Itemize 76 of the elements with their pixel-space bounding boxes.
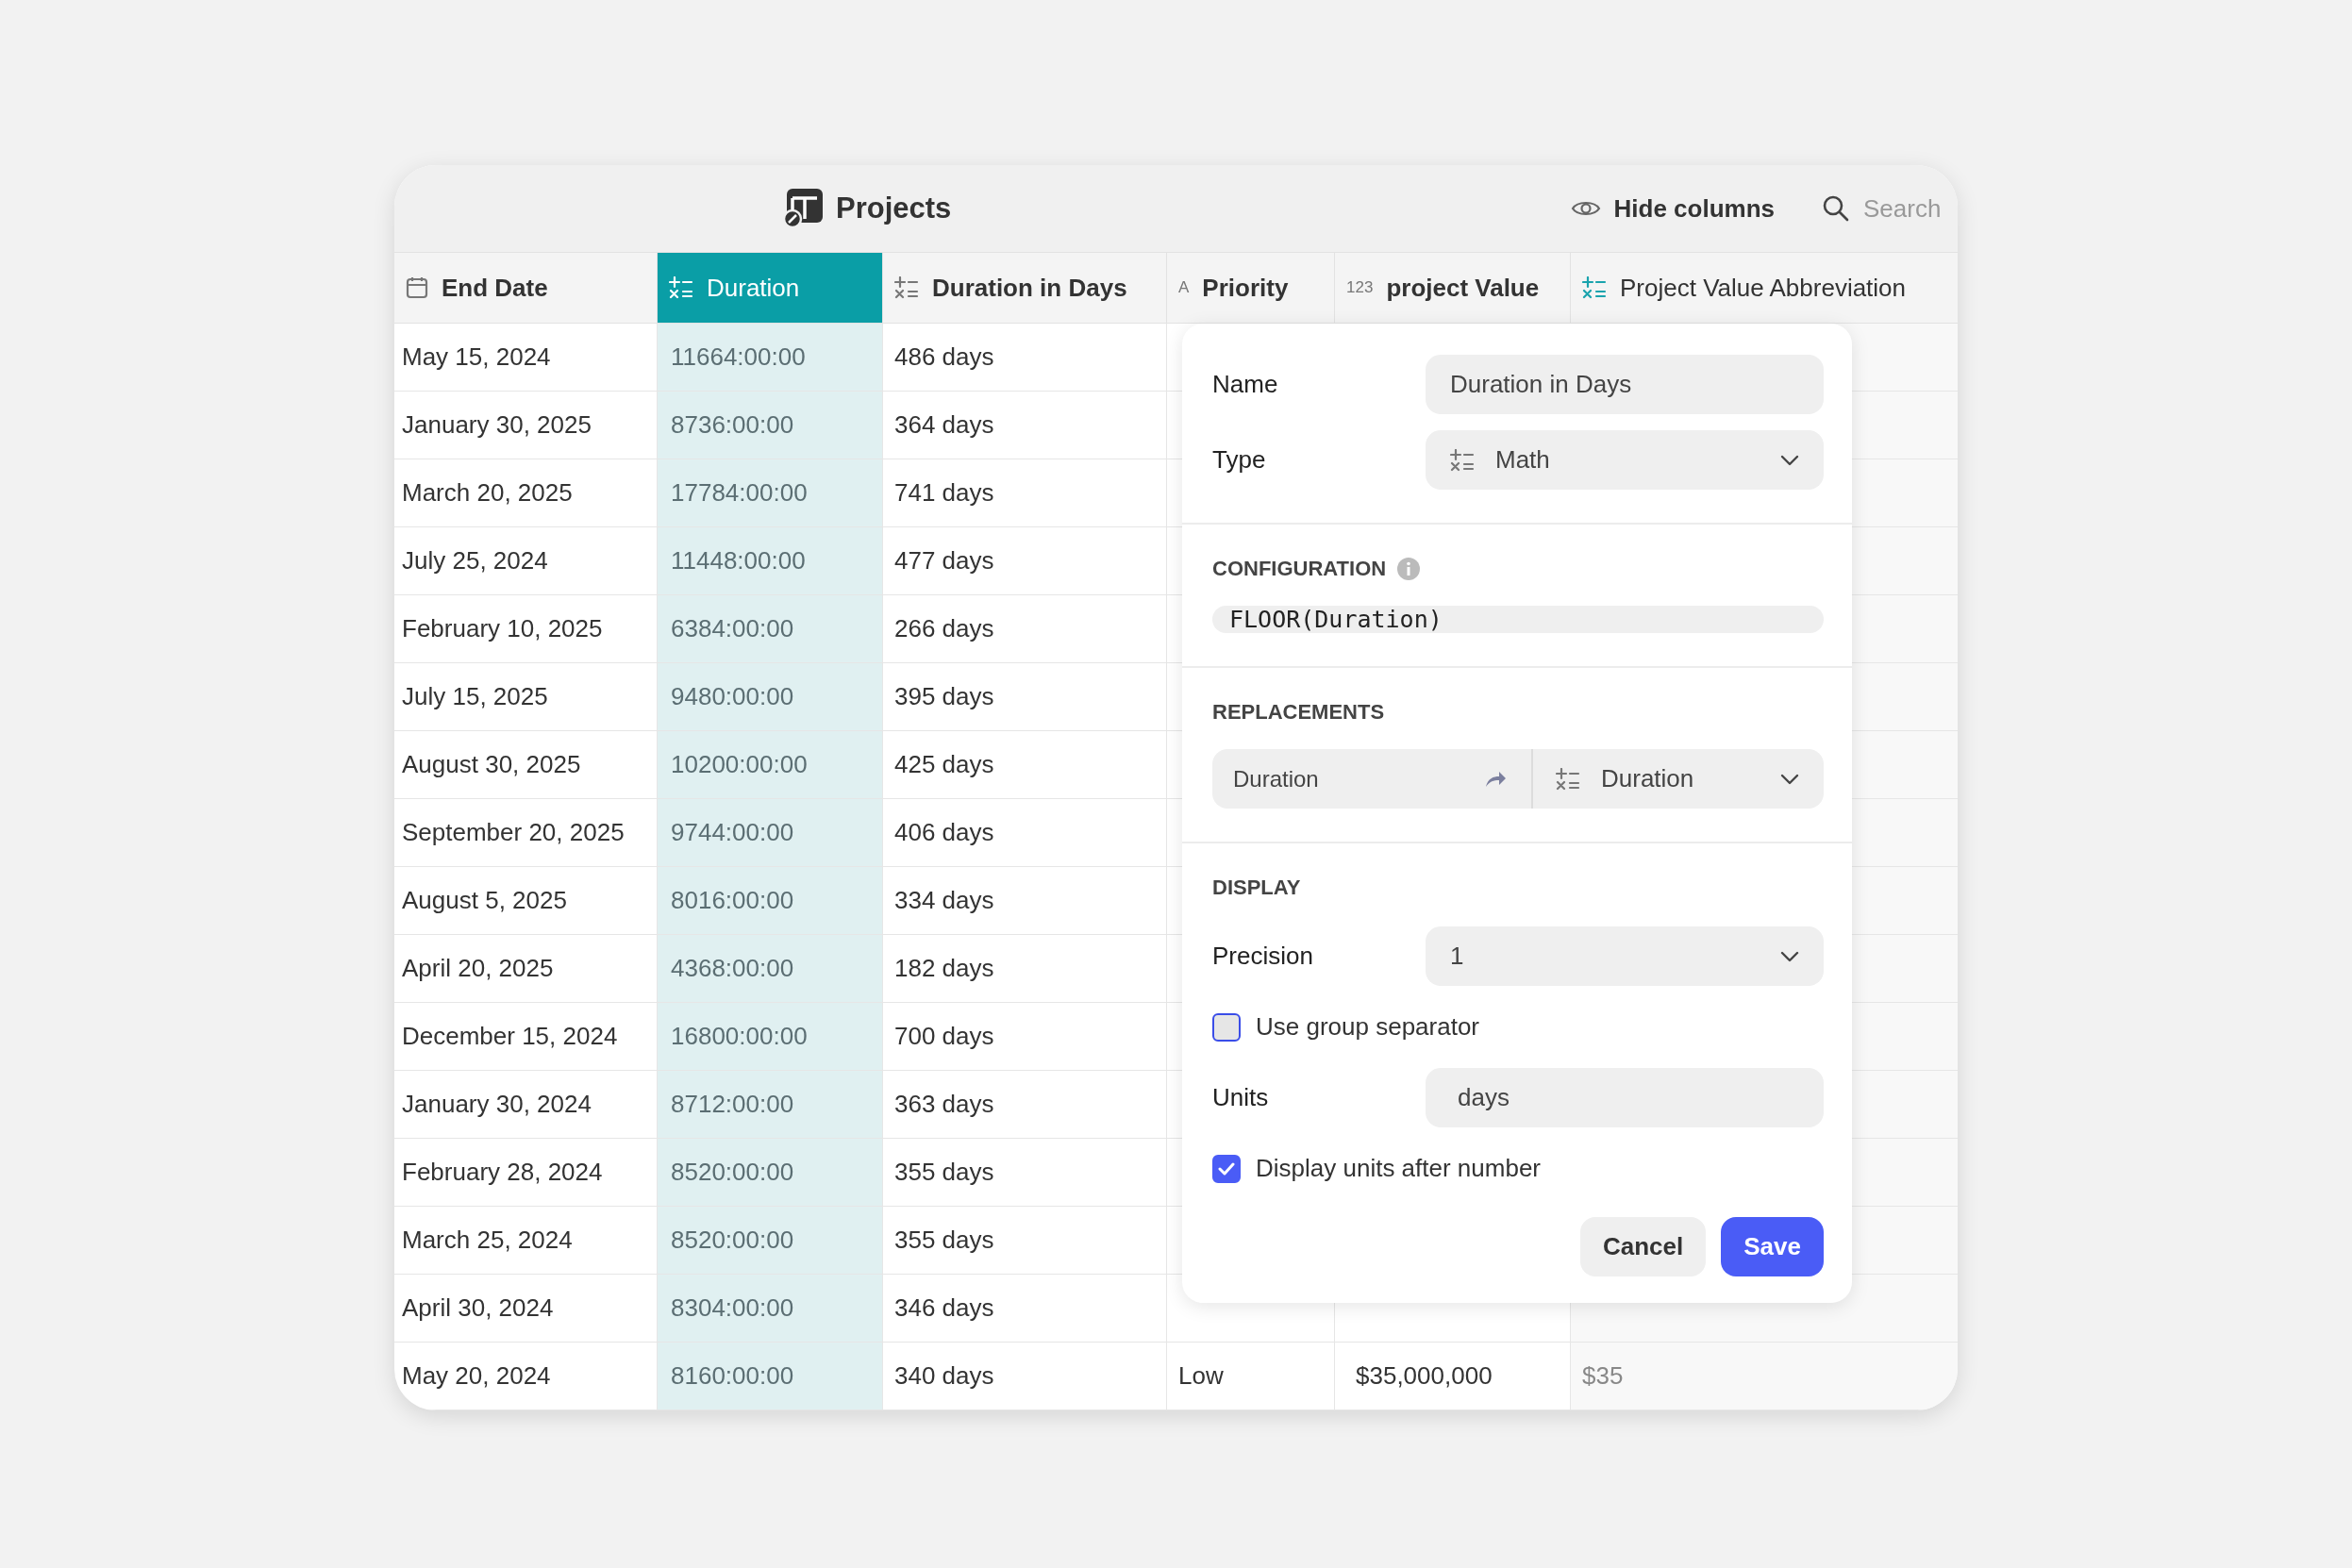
table-cell: 4368:00:00: [658, 935, 883, 1002]
table-cell: 363 days: [883, 1071, 1167, 1138]
units-field[interactable]: days: [1426, 1068, 1824, 1127]
table-cell: 425 days: [883, 731, 1167, 798]
table-cell: 8160:00:00: [658, 1343, 883, 1410]
table-cell: 364 days: [883, 392, 1167, 459]
type-icon: 123: [1346, 278, 1374, 297]
table-cell: 8520:00:00: [658, 1139, 883, 1206]
table-cell: 11448:00:00: [658, 527, 883, 594]
field-label: Precision: [1212, 942, 1314, 971]
section-heading: DISPLAY: [1212, 876, 1302, 900]
table-cell: 8736:00:00: [658, 392, 883, 459]
section-heading: CONFIGURATION: [1212, 557, 1387, 581]
replacement-source[interactable]: Duration: [1212, 749, 1533, 809]
chevron-down-icon: [1780, 950, 1799, 962]
table-cell: 9480:00:00: [658, 663, 883, 730]
table-cell: 486 days: [883, 324, 1167, 391]
table-cell: 355 days: [883, 1207, 1167, 1274]
column-header[interactable]: Duration in Days: [883, 253, 1167, 323]
checkbox-label: Use group separator: [1256, 1012, 1480, 1042]
table-cell: 16800:00:00: [658, 1003, 883, 1070]
chevron-down-icon: [1780, 773, 1799, 785]
replacement-dropdown[interactable]: Duration: [1533, 749, 1824, 809]
table-cell: 11664:00:00: [658, 324, 883, 391]
table-cell: 741 days: [883, 459, 1167, 526]
search-field[interactable]: Search: [1822, 193, 1958, 224]
formula-field[interactable]: FLOOR(Duration): [1212, 606, 1824, 633]
table-cell: 9744:00:00: [658, 799, 883, 866]
table-cell: 355 days: [883, 1139, 1167, 1206]
table-cell: 10200:00:00: [658, 731, 883, 798]
table-logo-icon: [783, 189, 823, 228]
table-cell: 334 days: [883, 867, 1167, 934]
table-cell: 8016:00:00: [658, 867, 883, 934]
table-cell: 700 days: [883, 1003, 1167, 1070]
math-icon: [669, 276, 693, 299]
table-cell: 8304:00:00: [658, 1275, 883, 1342]
table-cell: $35: [1571, 1343, 1958, 1410]
type-dropdown[interactable]: Math: [1426, 430, 1824, 490]
section-heading: REPLACEMENTS: [1212, 700, 1386, 725]
table-cell: Low: [1167, 1343, 1335, 1410]
table-cell: 17784:00:00: [658, 459, 883, 526]
precision-dropdown[interactable]: 1: [1426, 926, 1824, 986]
checkbox[interactable]: [1212, 1154, 1241, 1183]
info-icon: [1397, 558, 1421, 580]
math-icon: [1556, 767, 1580, 791]
math-icon: [1450, 448, 1475, 472]
cancel-button[interactable]: Cancel: [1580, 1217, 1707, 1276]
checkbox[interactable]: [1212, 1012, 1241, 1042]
table-cell: 8520:00:00: [658, 1207, 883, 1274]
column-header[interactable]: Project Value Abbreviation: [1571, 253, 1958, 323]
math-icon: [1582, 276, 1607, 299]
save-button[interactable]: Save: [1721, 1217, 1824, 1276]
field-label: Name: [1212, 370, 1279, 399]
table-cell: 266 days: [883, 595, 1167, 662]
search-icon: [1822, 194, 1850, 223]
table-cell: 182 days: [883, 935, 1167, 1002]
table-cell: 346 days: [883, 1275, 1167, 1342]
checkbox-label: Display units after number: [1256, 1154, 1542, 1183]
calendar-icon: [406, 276, 428, 299]
table-cell: 340 days: [883, 1343, 1167, 1410]
table-title: Projects: [836, 192, 952, 225]
chevron-down-icon: [1780, 454, 1799, 466]
table-cell: 477 days: [883, 527, 1167, 594]
field-label: Type: [1212, 445, 1267, 475]
name-field[interactable]: Duration in Days: [1426, 355, 1824, 414]
hide-columns-button[interactable]: Hide columns: [1570, 193, 1775, 224]
table-cell: 406 days: [883, 799, 1167, 866]
table-cell: 6384:00:00: [658, 595, 883, 662]
table-cell: 395 days: [883, 663, 1167, 730]
table-cell: 8712:00:00: [658, 1071, 883, 1138]
field-label: Units: [1212, 1083, 1270, 1112]
column-header[interactable]: 123 project Value: [1335, 253, 1571, 323]
math-icon: [894, 276, 919, 299]
checkmark-icon: [1218, 1161, 1235, 1176]
type-icon: A: [1178, 278, 1190, 297]
column-header[interactable]: A Priority: [1167, 253, 1335, 323]
